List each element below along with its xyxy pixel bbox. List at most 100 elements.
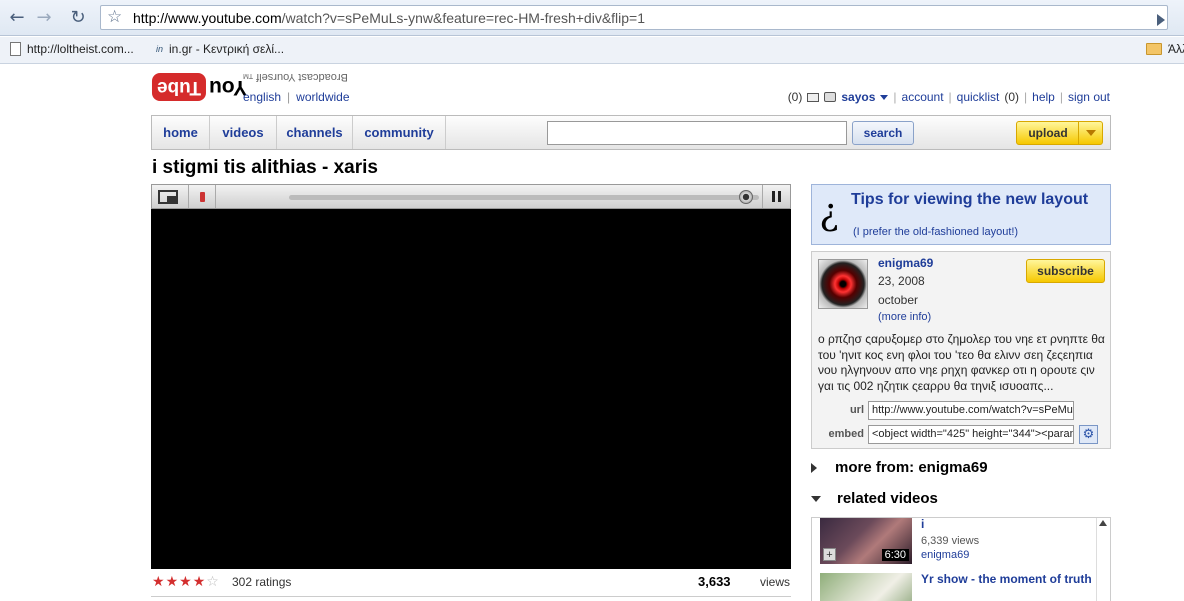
locale-links: english | worldwide	[243, 90, 350, 104]
subscribe-button[interactable]: subscribe	[1026, 259, 1105, 283]
list-item[interactable]: + 6:30 i 6,339 views enigma69	[820, 518, 1095, 568]
quicklist-count: (0)	[1004, 90, 1020, 104]
url-label: url	[849, 404, 864, 416]
tab-channels[interactable]: channels	[277, 116, 353, 149]
related-list: + 6:30 i 6,339 views enigma69 Yr show - …	[811, 517, 1111, 601]
quicklist-link[interactable]: quicklist	[957, 90, 1000, 104]
star-icon[interactable]: ★	[152, 574, 165, 590]
bookmark-label: Άλλ	[1168, 42, 1184, 56]
bookmark-loltheist[interactable]: http://loltheist.com...	[10, 42, 134, 56]
browser-toolbar: ← → ↻ ☆ http://www.youtube.com/watch?v=s…	[0, 0, 1184, 36]
more-from-header[interactable]: more from: enigma69	[811, 459, 988, 476]
url-domain: http://www.youtube.com	[133, 10, 282, 26]
video-thumbnail[interactable]: + 6:30	[820, 518, 912, 564]
views-label: views	[760, 575, 791, 589]
url-text[interactable]: http://www.youtube.com/watch?v=sPeMuLs-y…	[133, 10, 645, 26]
upload-month: october	[878, 293, 919, 307]
user-menu[interactable]: sayos	[841, 90, 875, 104]
expand-arrow-icon	[811, 462, 817, 473]
related-header[interactable]: related videos	[811, 490, 938, 507]
back-arrow-icon: ←	[9, 6, 25, 28]
reload-icon: ↻	[70, 6, 86, 28]
region-link[interactable]: worldwide	[296, 90, 349, 104]
upload-date: 23, 2008	[878, 274, 925, 288]
user-links: (0) sayos | account | quicklist (0) | he…	[787, 90, 1110, 104]
tab-community[interactable]: community	[353, 116, 446, 149]
main-navbar: home videos channels community search up…	[151, 115, 1111, 150]
tagline: Broadcast Yourself TM	[243, 71, 348, 83]
ratings-count: 302 ratings	[232, 575, 292, 589]
page-icon	[10, 42, 21, 56]
upload-button[interactable]: upload	[1016, 121, 1103, 145]
related-title[interactable]: Yr show - the moment of truth	[921, 573, 1096, 586]
go-arrow-icon[interactable]	[1157, 14, 1165, 26]
related-title[interactable]: i	[921, 518, 1096, 531]
tab-videos[interactable]: videos	[210, 116, 277, 149]
tagline-text: Broadcast Yourself	[256, 71, 348, 83]
star-icon[interactable]: ★	[179, 574, 192, 590]
rating-stars[interactable]: ★ ★ ★ ★ ☆	[152, 574, 219, 590]
related-label: related videos	[837, 490, 938, 507]
volume-button[interactable]	[188, 185, 216, 208]
progress-track[interactable]	[289, 195, 759, 200]
star-icon[interactable]: ☆	[206, 574, 219, 590]
chevron-down-icon	[1085, 130, 1096, 136]
progress-knob[interactable]	[739, 190, 753, 204]
upload-label: upload	[1028, 126, 1068, 140]
youtube-page: Tube You Broadcast Yourself TM english |…	[0, 65, 1184, 601]
old-layout-link[interactable]: (I prefer the old-fashioned layout!)	[853, 226, 1018, 238]
add-to-quicklist-icon[interactable]: +	[823, 548, 836, 561]
tips-title[interactable]: Tips for viewing the new layout	[851, 191, 1088, 209]
chevron-down-icon[interactable]	[880, 94, 889, 100]
address-bar[interactable]: ☆ http://www.youtube.com/watch?v=sPeMuLs…	[100, 5, 1168, 30]
url-row: url http://www.youtube.com/watch?v=sPeMu…	[818, 401, 1106, 421]
video-screen[interactable]	[151, 209, 791, 569]
mail-icon[interactable]	[807, 92, 820, 102]
url-field[interactable]: http://www.youtube.com/watch?v=sPeMuLs	[868, 401, 1074, 420]
scrollbar[interactable]	[1096, 518, 1110, 601]
video-description: ο ρπζησ ςαρυξομερ στο ζημολερ του νηε ετ…	[818, 332, 1105, 393]
bookmark-star-icon[interactable]: ☆	[107, 7, 122, 27]
video-thumbnail[interactable]	[820, 573, 912, 601]
search-input[interactable]	[547, 121, 847, 145]
pause-button[interactable]	[762, 185, 790, 208]
fullscreen-icon[interactable]	[158, 190, 178, 204]
forward-button[interactable]: →	[32, 5, 56, 29]
embed-row: embed <object width="425" height="344"><…	[818, 425, 1106, 445]
help-link[interactable]: help	[1032, 90, 1055, 104]
bookmark-label: http://loltheist.com...	[27, 42, 134, 56]
tv-icon[interactable]	[824, 92, 837, 102]
youtube-logo[interactable]: Tube You	[152, 73, 247, 101]
channel-name[interactable]: enigma69	[878, 256, 933, 270]
pause-icon	[772, 191, 775, 202]
related-user[interactable]: enigma69	[921, 549, 969, 561]
star-icon[interactable]: ★	[166, 574, 179, 590]
more-from-label: more from: enigma69	[835, 459, 988, 476]
scroll-up-icon[interactable]	[1099, 520, 1107, 526]
reload-button[interactable]: ↻	[66, 5, 90, 29]
tab-home[interactable]: home	[152, 116, 210, 149]
collapse-arrow-icon	[811, 495, 821, 502]
avatar[interactable]	[818, 259, 868, 309]
divider	[151, 596, 791, 601]
upload-dropdown[interactable]	[1078, 122, 1102, 144]
list-item[interactable]: Yr show - the moment of truth	[820, 573, 1095, 601]
bookmark-other[interactable]: Άλλ	[1146, 42, 1184, 56]
star-icon[interactable]: ★	[193, 574, 206, 590]
more-info-link[interactable]: (more info)	[878, 311, 931, 323]
channel-box: enigma69 23, 2008 october (more info) su…	[811, 251, 1111, 449]
back-button[interactable]: ←	[5, 5, 29, 29]
sign-out-link[interactable]: sign out	[1068, 90, 1110, 104]
folder-icon	[1146, 43, 1162, 55]
in-gr-icon: in	[156, 44, 164, 54]
forward-arrow-icon: →	[36, 6, 52, 28]
language-link[interactable]: english	[243, 90, 281, 104]
question-icon: ?	[820, 195, 840, 236]
related-views: 6,339 views	[921, 535, 980, 547]
search-button[interactable]: search	[852, 121, 914, 145]
url-path: /watch?v=sPeMuLs-ynw&feature=rec-HM-fres…	[281, 10, 646, 26]
embed-field[interactable]: <object width="425" height="344"><param	[868, 425, 1074, 444]
gear-icon[interactable]: ⚙	[1079, 425, 1098, 444]
bookmark-in-gr[interactable]: in in.gr - Κεντρική σελί...	[156, 42, 284, 56]
account-link[interactable]: account	[902, 90, 944, 104]
